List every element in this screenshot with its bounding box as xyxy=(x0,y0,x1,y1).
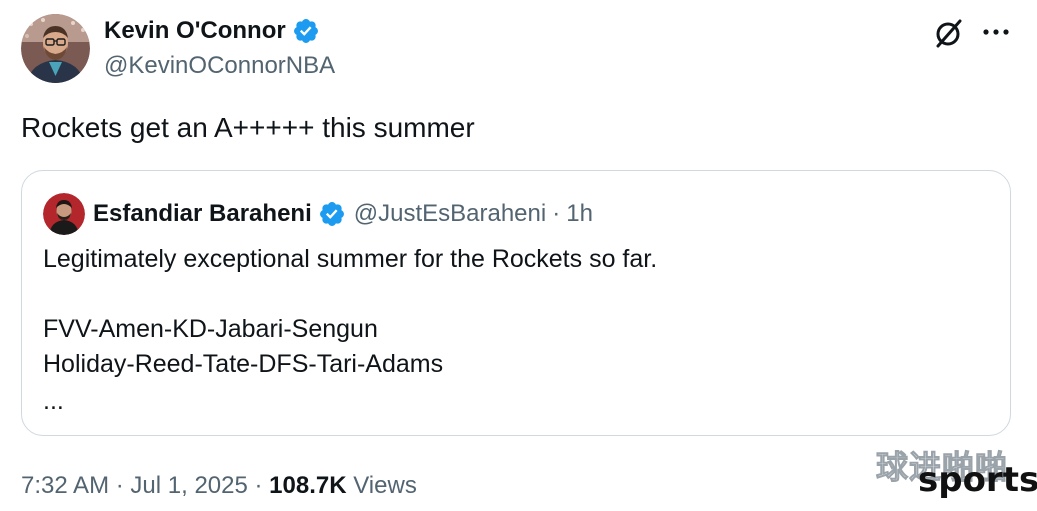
author-name-row[interactable]: Kevin O'Connor xyxy=(104,15,320,47)
author-name[interactable]: Kevin O'Connor xyxy=(104,15,286,47)
views-count: 108.7K xyxy=(269,472,347,499)
quoted-author-row: Esfandiar Baraheni @JustEsBaraheni · 1h xyxy=(93,198,593,230)
quoted-timestamp[interactable]: 1h xyxy=(566,198,593,230)
tweet-date[interactable]: Jul 1, 2025 xyxy=(130,472,247,499)
grok-icon[interactable] xyxy=(932,16,966,50)
quoted-author-handle[interactable]: @JustEsBaraheni xyxy=(354,198,546,230)
separator-dot: · xyxy=(552,200,561,227)
quoted-author-name[interactable]: Esfandiar Baraheni xyxy=(93,198,312,230)
verified-badge-icon xyxy=(318,200,346,228)
tweet-view: Kevin O'Connor @KevinOConnorNBA Rockets … xyxy=(0,0,1037,511)
separator-dot: · xyxy=(115,472,124,499)
author-avatar[interactable] xyxy=(21,14,90,83)
tweet-text: Rockets get an A+++++ this summer xyxy=(21,112,475,143)
quoted-author-avatar[interactable] xyxy=(43,193,85,235)
author-handle[interactable]: @KevinOConnorNBA xyxy=(104,51,335,81)
quoted-text-line: ... xyxy=(43,387,64,415)
quoted-text-line: Legitimately exceptional summer for the … xyxy=(43,245,658,273)
tweet-time[interactable]: 7:32 AM xyxy=(21,472,109,499)
quoted-text-line: FVV-Amen-KD-Jabari-Sengun xyxy=(43,315,378,343)
quoted-tweet-card[interactable]: Esfandiar Baraheni @JustEsBaraheni · 1h … xyxy=(21,170,1011,436)
views-label: Views xyxy=(353,472,417,499)
verified-badge-icon xyxy=(292,17,320,45)
quoted-text-line: Holiday-Reed-Tate-DFS-Tari-Adams xyxy=(43,350,444,378)
tweet-footer: 7:32 AM · Jul 1, 2025 · 108.7K Views xyxy=(21,470,417,502)
more-options-icon[interactable] xyxy=(980,18,1012,46)
separator-dot: · xyxy=(254,472,263,499)
watermark-sports: sports xyxy=(918,460,1037,500)
